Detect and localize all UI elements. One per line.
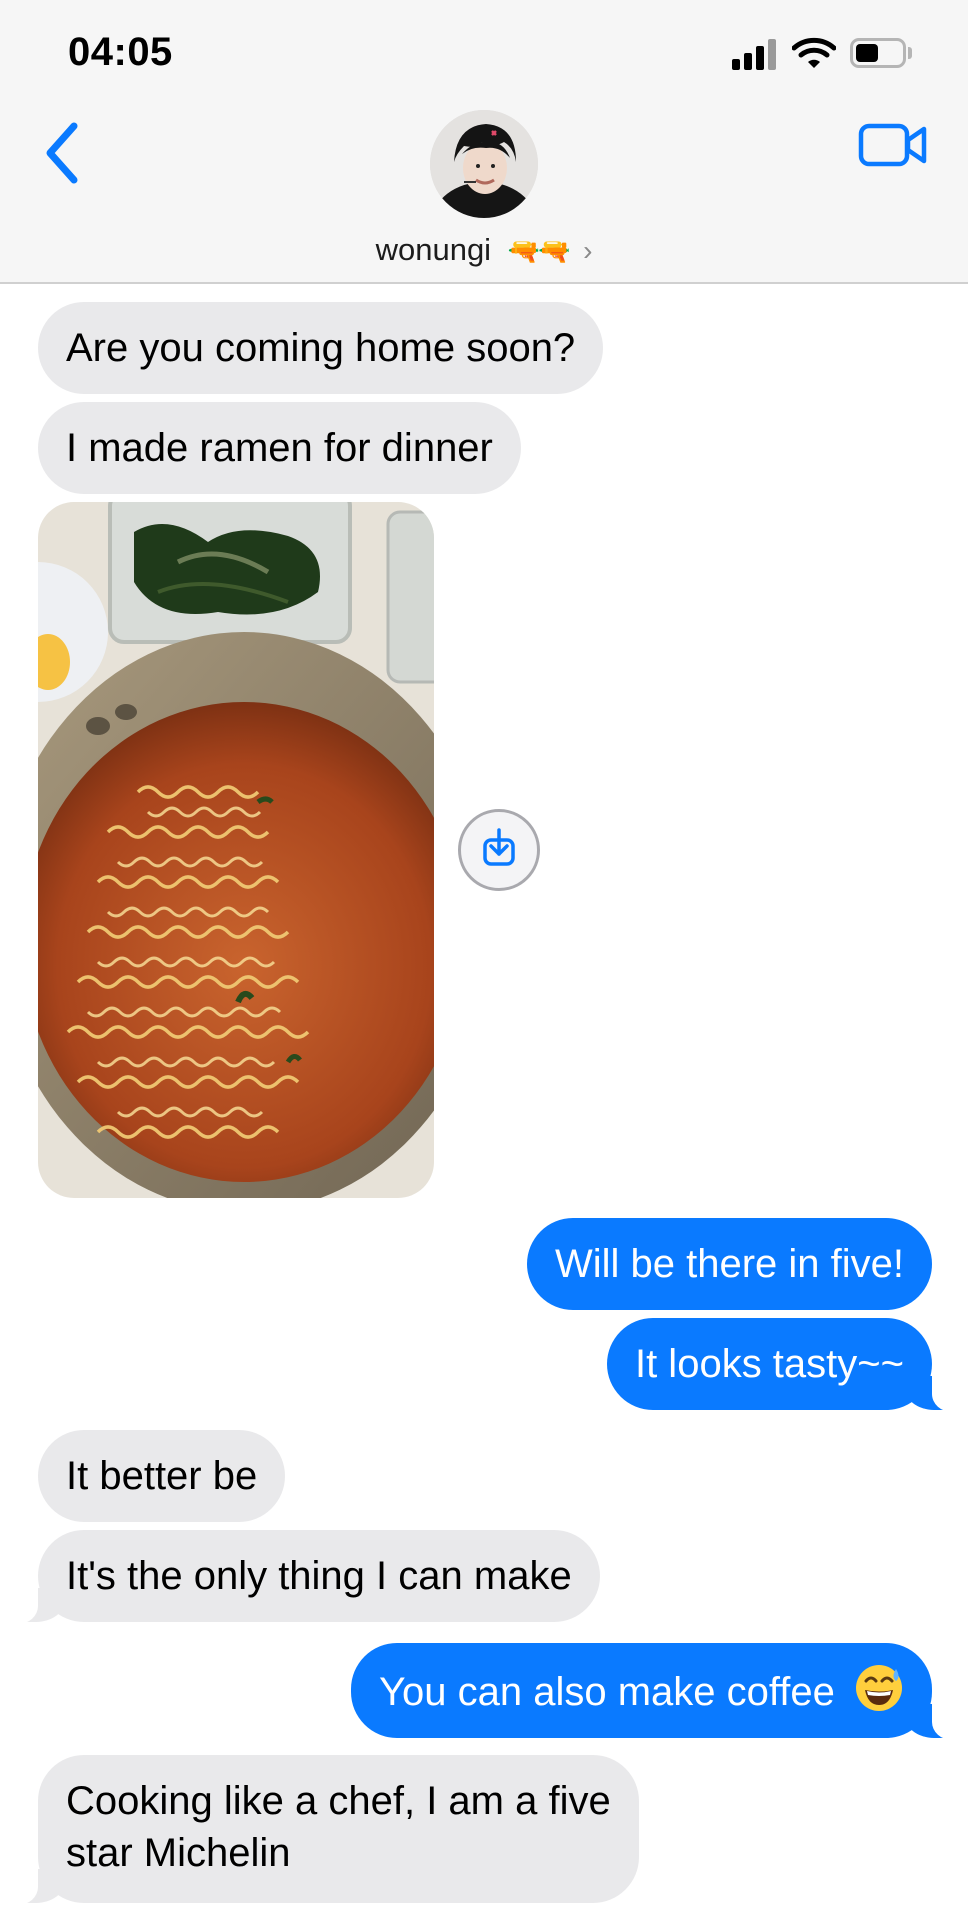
cellular-signal-icon (732, 38, 780, 70)
message-received[interactable]: Are you coming home soon? (38, 302, 604, 394)
contact-avatar[interactable] (430, 110, 538, 218)
contact-name: wonungi (375, 232, 492, 267)
message-text: It looks tasty~~ (634, 1342, 904, 1386)
status-time: 04:05 (68, 30, 173, 74)
message-text: Are you coming home soon? (66, 326, 576, 370)
message-received[interactable]: Cooking like a chef, I am a five star Mi… (12, 1755, 639, 1905)
battery-icon (850, 38, 906, 68)
message-received[interactable]: I made ramen for dinner (38, 402, 521, 494)
message-sent[interactable]: You can also make coffee (350, 1643, 959, 1740)
message-text-line: star Michelin (66, 1831, 291, 1875)
message-text: I made ramen for dinner (66, 426, 493, 470)
video-camera-icon[interactable] (858, 122, 928, 168)
message-text: You can also make coffee (378, 1670, 835, 1714)
battery-nub (908, 47, 912, 59)
save-photo-button[interactable] (458, 809, 540, 891)
wifi-icon (792, 37, 836, 68)
message-received[interactable]: It's the only thing I can make (12, 1530, 600, 1624)
download-icon (483, 828, 515, 866)
grinning-sweat-emoji-icon (856, 1665, 902, 1711)
message-text: It better be (66, 1454, 258, 1498)
message-sent[interactable]: Will be there in five! (526, 1218, 932, 1310)
contact-name-button[interactable]: wonungi 🔫🔫 › (0, 232, 968, 268)
conversation-header: wonungi 🔫🔫 › (0, 110, 968, 284)
status-bar: 04:05 (0, 0, 968, 110)
message-text: Will be there in five! (554, 1242, 904, 1286)
message-received[interactable]: It better be (38, 1430, 286, 1522)
chevron-left-icon[interactable] (40, 118, 84, 188)
message-photo[interactable] (38, 502, 434, 1198)
message-text-line: Cooking like a chef, I am a five (66, 1779, 611, 1823)
message-text: It's the only thing I can make (66, 1554, 572, 1598)
message-sent[interactable]: It looks tasty~~ (606, 1318, 959, 1412)
chevron-right-icon: › (583, 235, 593, 266)
contact-name-emoji: 🔫🔫 (507, 236, 571, 266)
